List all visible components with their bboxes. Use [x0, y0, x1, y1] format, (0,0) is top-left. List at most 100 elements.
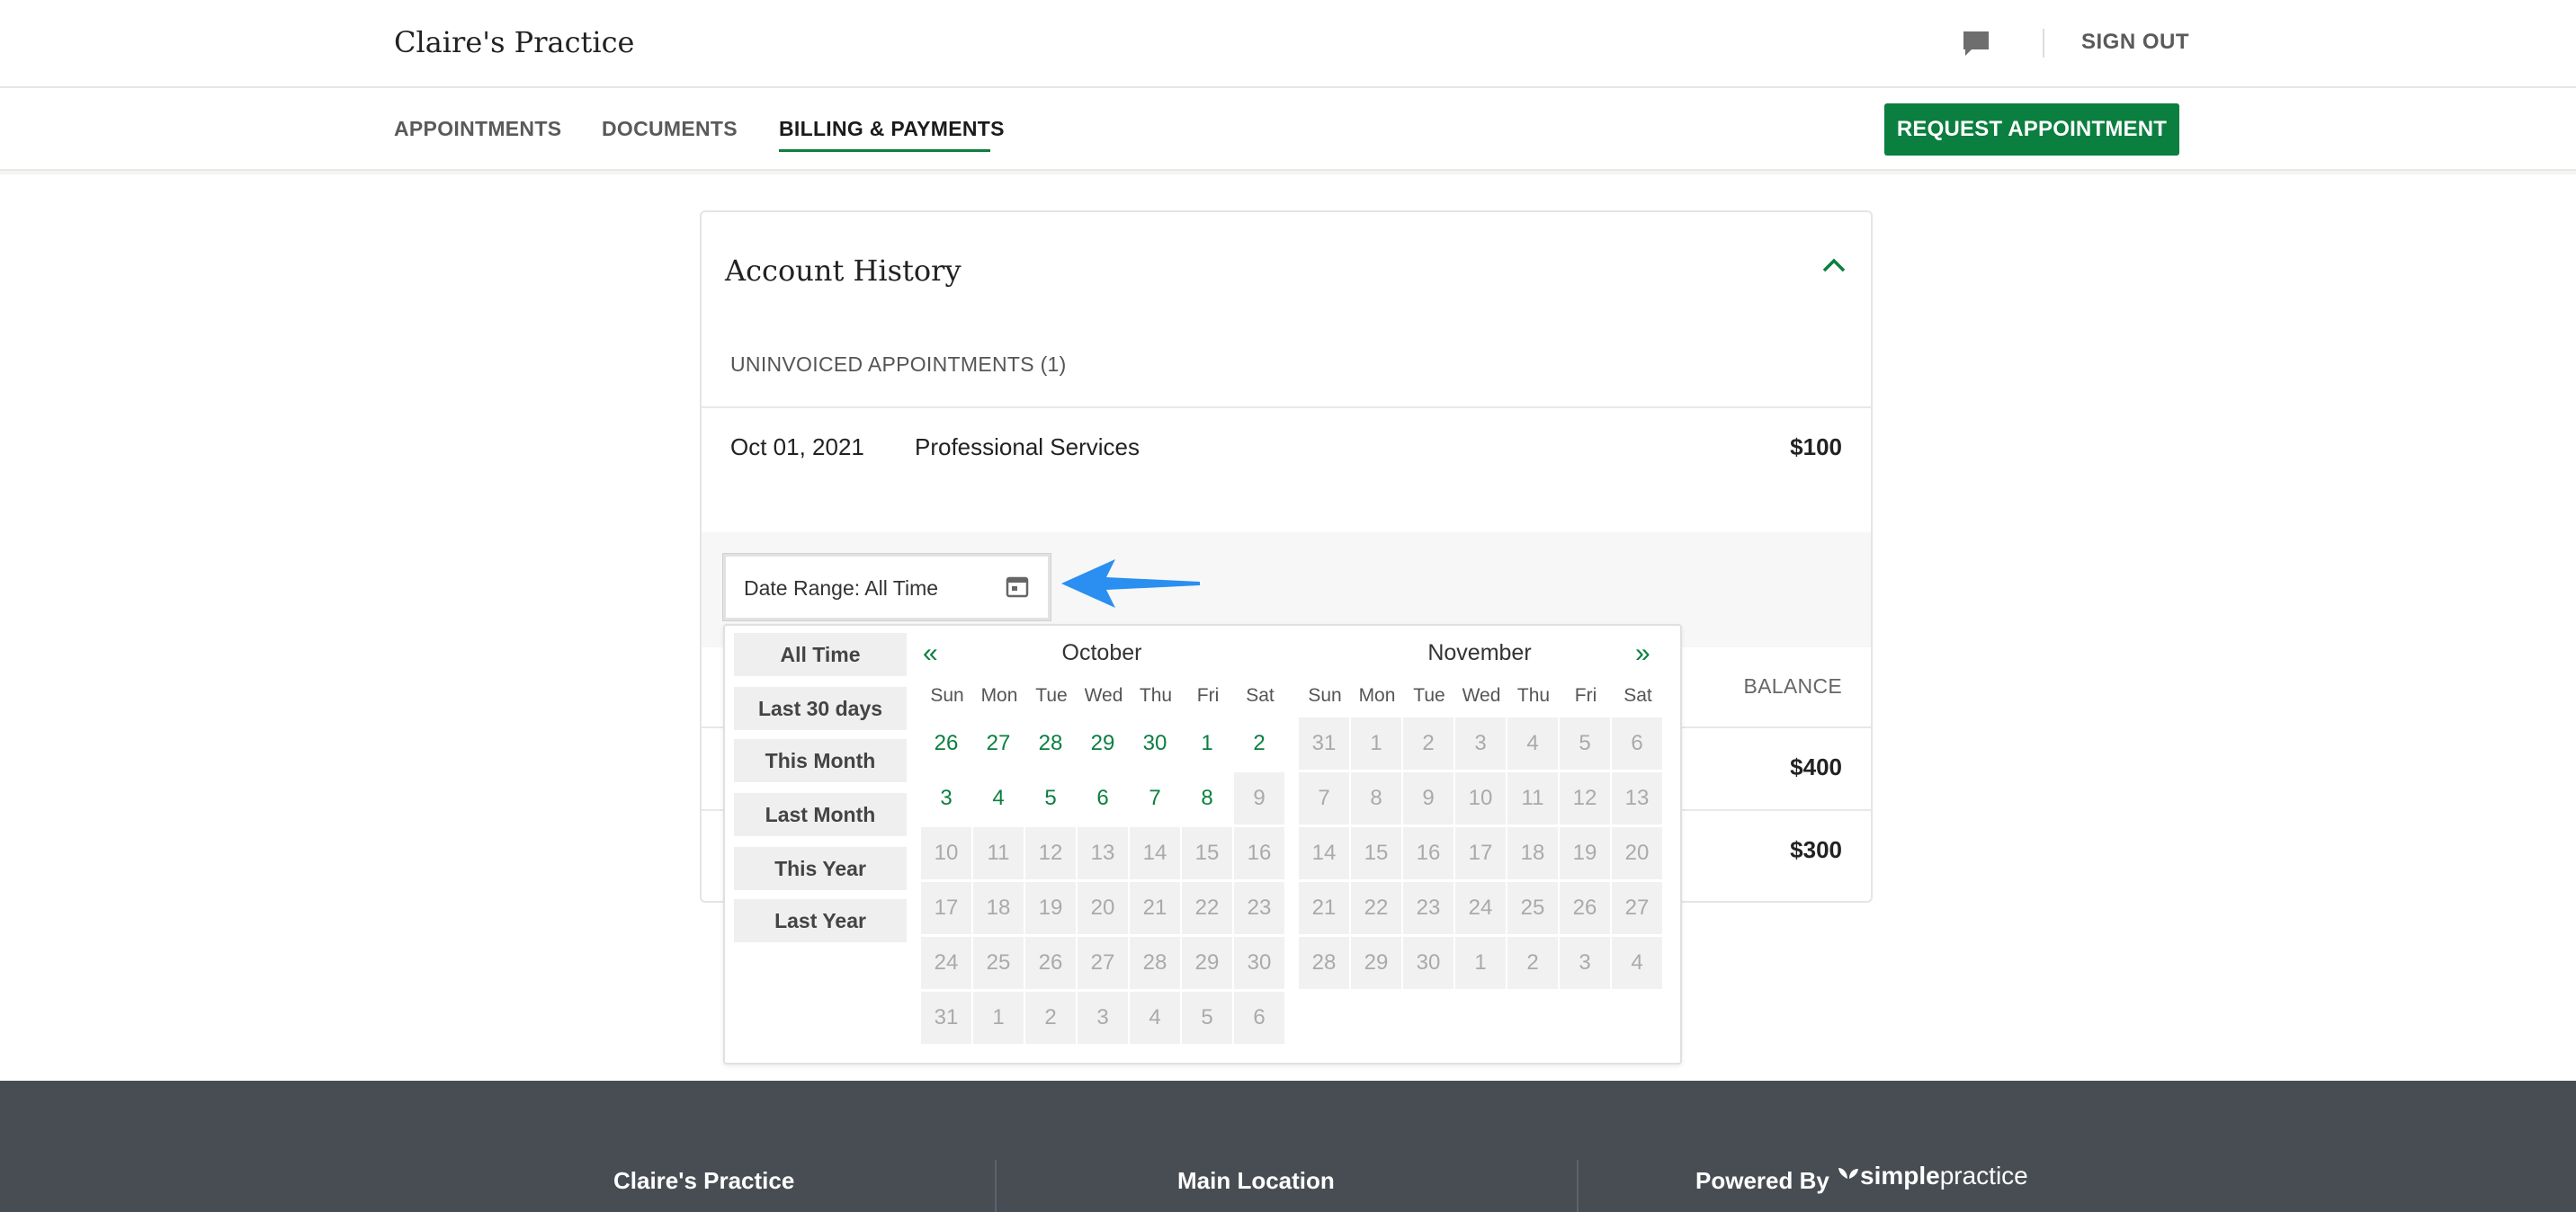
calendar-day: 10 [921, 827, 971, 879]
next-month-button[interactable]: » [1635, 638, 1650, 669]
calendar-day: 16 [1234, 827, 1284, 879]
weekday-label: Fri [1574, 685, 1597, 706]
calendar-day: 27 [1612, 882, 1662, 934]
calendar-day: 3 [1078, 992, 1128, 1044]
weekday-label: Thu [1139, 685, 1173, 706]
range-last-30-days[interactable]: Last 30 days [734, 687, 907, 730]
header-divider [2043, 29, 2044, 58]
calendar-day: 17 [921, 882, 971, 934]
calendar-day: 9 [1234, 772, 1284, 824]
butterfly-logo-icon [1838, 1168, 1858, 1179]
range-last-year[interactable]: Last Year [734, 899, 907, 942]
calendar-day: 7 [1299, 772, 1349, 824]
calendar-day[interactable]: 28 [1025, 717, 1076, 770]
calendar-day: 8 [1351, 772, 1401, 824]
calendar-day: 11 [973, 827, 1024, 879]
calendar-day[interactable]: 2 [1234, 717, 1284, 770]
calendar-day[interactable]: 27 [973, 717, 1024, 770]
simplepractice-logo[interactable]: simplepractice [1837, 1162, 2028, 1190]
footer-practice-name[interactable]: Claire's Practice [613, 1167, 794, 1195]
calendar-day: 16 [1403, 827, 1453, 879]
calendar-day: 14 [1130, 827, 1180, 879]
appointment-description: Professional Services [915, 433, 1140, 460]
sign-out-link[interactable]: SIGN OUT [2081, 30, 2189, 55]
calendar-day: 12 [1025, 827, 1076, 879]
balance-value: $300 [1790, 836, 1842, 863]
range-last-month[interactable]: Last Month [734, 793, 907, 836]
calendar-day: 9 [1403, 772, 1453, 824]
calendar-day[interactable]: 8 [1182, 772, 1232, 824]
calendar-day: 24 [1455, 882, 1506, 934]
calendar-day: 25 [973, 937, 1024, 989]
calendar-day[interactable]: 30 [1130, 717, 1180, 770]
weekday-label: Thu [1516, 685, 1551, 706]
tab-appointments[interactable]: APPOINTMENTS [394, 117, 561, 141]
calendar-day[interactable]: 1 [1182, 717, 1232, 770]
calendar-day: 30 [1234, 937, 1284, 989]
calendar-icon[interactable] [1005, 575, 1030, 600]
footer-location[interactable]: Main Location [1177, 1167, 1335, 1195]
weekday-label: Tue [1035, 685, 1068, 706]
month-title-left: October [1061, 640, 1142, 665]
divider [702, 406, 1871, 408]
calendar-day[interactable]: 4 [973, 772, 1024, 824]
calendar-day: 1 [973, 992, 1024, 1044]
calendar-day: 24 [921, 937, 971, 989]
calendar-day: 17 [1455, 827, 1506, 879]
calendar-day: 1 [1455, 937, 1506, 989]
calendar-day: 2 [1025, 992, 1076, 1044]
tab-billing-payments[interactable]: BILLING & PAYMENTS [779, 117, 1005, 141]
tab-documents[interactable]: DOCUMENTS [602, 117, 738, 141]
calendar-day: 31 [1299, 717, 1349, 770]
arrow-pointer-icon [1061, 559, 1200, 608]
calendar-day: 2 [1507, 937, 1558, 989]
calendar-day[interactable]: 5 [1025, 772, 1076, 824]
range-this-year[interactable]: This Year [734, 847, 907, 890]
calendar-day: 25 [1507, 882, 1558, 934]
calendar-day[interactable]: 7 [1130, 772, 1180, 824]
chat-icon[interactable] [1961, 29, 1991, 59]
date-range-picker: All Time Last 30 days This Month Last Mo… [723, 624, 1682, 1065]
range-all-time[interactable]: All Time [734, 633, 907, 676]
chevron-up-icon[interactable] [1820, 255, 1847, 275]
uninvoiced-heading: UNINVOICED APPOINTMENTS (1) [730, 352, 1067, 376]
calendar-day: 26 [1560, 882, 1610, 934]
footer-divider [1577, 1160, 1579, 1212]
calendar-day: 22 [1182, 882, 1232, 934]
range-this-month[interactable]: This Month [734, 739, 907, 782]
calendar-day: 3 [1455, 717, 1506, 770]
calendar-day: 20 [1612, 827, 1662, 879]
calendar-day: 1 [1351, 717, 1401, 770]
date-range-label: Date Range: All Time [744, 576, 939, 600]
calendar-day: 30 [1403, 937, 1453, 989]
weekday-label: Sun [930, 685, 964, 706]
calendar-day: 23 [1403, 882, 1453, 934]
calendar-day: 29 [1182, 937, 1232, 989]
calendar-day: 11 [1507, 772, 1558, 824]
calendar-day: 23 [1234, 882, 1284, 934]
calendar-day: 29 [1351, 937, 1401, 989]
footer: Claire's Practice Main Location Powered … [0, 1081, 2576, 1212]
calendar-day: 2 [1403, 717, 1453, 770]
calendar-day: 19 [1560, 827, 1610, 879]
date-range-input[interactable]: Date Range: All Time [723, 554, 1051, 620]
request-appointment-button[interactable]: REQUEST APPOINTMENT [1884, 103, 2179, 156]
practice-name[interactable]: Claire's Practice [394, 25, 634, 59]
weekday-label: Sat [1623, 685, 1652, 706]
calendar-day[interactable]: 26 [921, 717, 971, 770]
calendar-day: 13 [1078, 827, 1128, 879]
weekday-label: Wed [1084, 685, 1123, 706]
calendar-day: 5 [1560, 717, 1610, 770]
calendar-day: 27 [1078, 937, 1128, 989]
calendar-day[interactable]: 3 [921, 772, 971, 824]
calendar-day: 3 [1560, 937, 1610, 989]
calendar-day: 21 [1130, 882, 1180, 934]
calendar-day: 14 [1299, 827, 1349, 879]
calendar-day[interactable]: 29 [1078, 717, 1128, 770]
calendar-day: 22 [1351, 882, 1401, 934]
weekday-label: Mon [1358, 685, 1396, 706]
calendar-day: 18 [1507, 827, 1558, 879]
main-nav: APPOINTMENTS DOCUMENTS BILLING & PAYMENT… [0, 88, 2576, 171]
balance-value: $400 [1790, 753, 1842, 780]
calendar-day[interactable]: 6 [1078, 772, 1128, 824]
